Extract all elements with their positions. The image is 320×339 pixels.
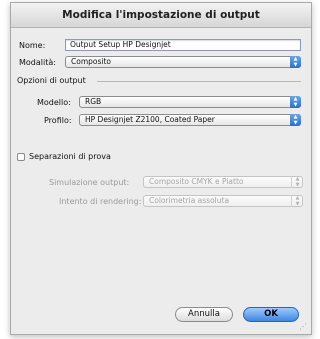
up-down-arrows-icon: ▲ ▼ [290,114,301,126]
rendering-intent-popup[interactable]: Colorimetria assoluta ▲ ▼ [143,195,303,207]
resize-grip-icon[interactable]: ⋰ [299,322,308,331]
rendering-intent-popup-value: Colorimetria assoluta [149,196,230,205]
name-input[interactable]: Output Setup HP Designjet [65,39,301,51]
cancel-button[interactable]: Annulla [175,307,233,322]
proof-separations-checkbox[interactable] [17,153,25,161]
simulation-label: Simulazione output: [49,178,130,187]
profile-label: Profilo: [44,116,72,125]
rendering-intent-label: Intento di rendering: [59,197,142,206]
model-popup-value: RGB [85,97,102,106]
profile-popup[interactable]: HP Designjet Z2100, Coated Paper ▲ ▼ [79,114,301,126]
profile-popup-value: HP Designjet Z2100, Coated Paper [85,115,215,124]
mode-popup[interactable]: Composito ▲ ▼ [65,56,301,68]
mode-label: Modalità: [19,58,56,67]
up-down-arrows-icon: ▲ ▼ [290,56,301,68]
output-settings-dialog: Modifica l'impostazione di output Nome: … [10,2,312,335]
up-down-arrows-icon: ▲ ▼ [290,96,301,108]
ok-button[interactable]: OK [243,307,299,322]
simulation-popup-value: Composito CMYK e Piatto [149,177,244,186]
dialog-title: Modifica l'impostazione di output [11,3,311,28]
up-down-arrows-icon: ▲ ▼ [291,195,303,207]
section-divider [97,81,301,82]
output-options-section-label: Opzioni di output [17,76,86,85]
name-label: Nome: [19,41,46,50]
mode-popup-value: Composito [71,57,112,66]
up-down-arrows-icon: ▲ ▼ [291,176,303,188]
simulation-popup[interactable]: Composito CMYK e Piatto ▲ ▼ [143,176,303,188]
model-label: Modello: [37,98,71,107]
proof-separations-label: Separazioni di prova [29,152,111,161]
model-popup[interactable]: RGB ▲ ▼ [79,96,301,108]
